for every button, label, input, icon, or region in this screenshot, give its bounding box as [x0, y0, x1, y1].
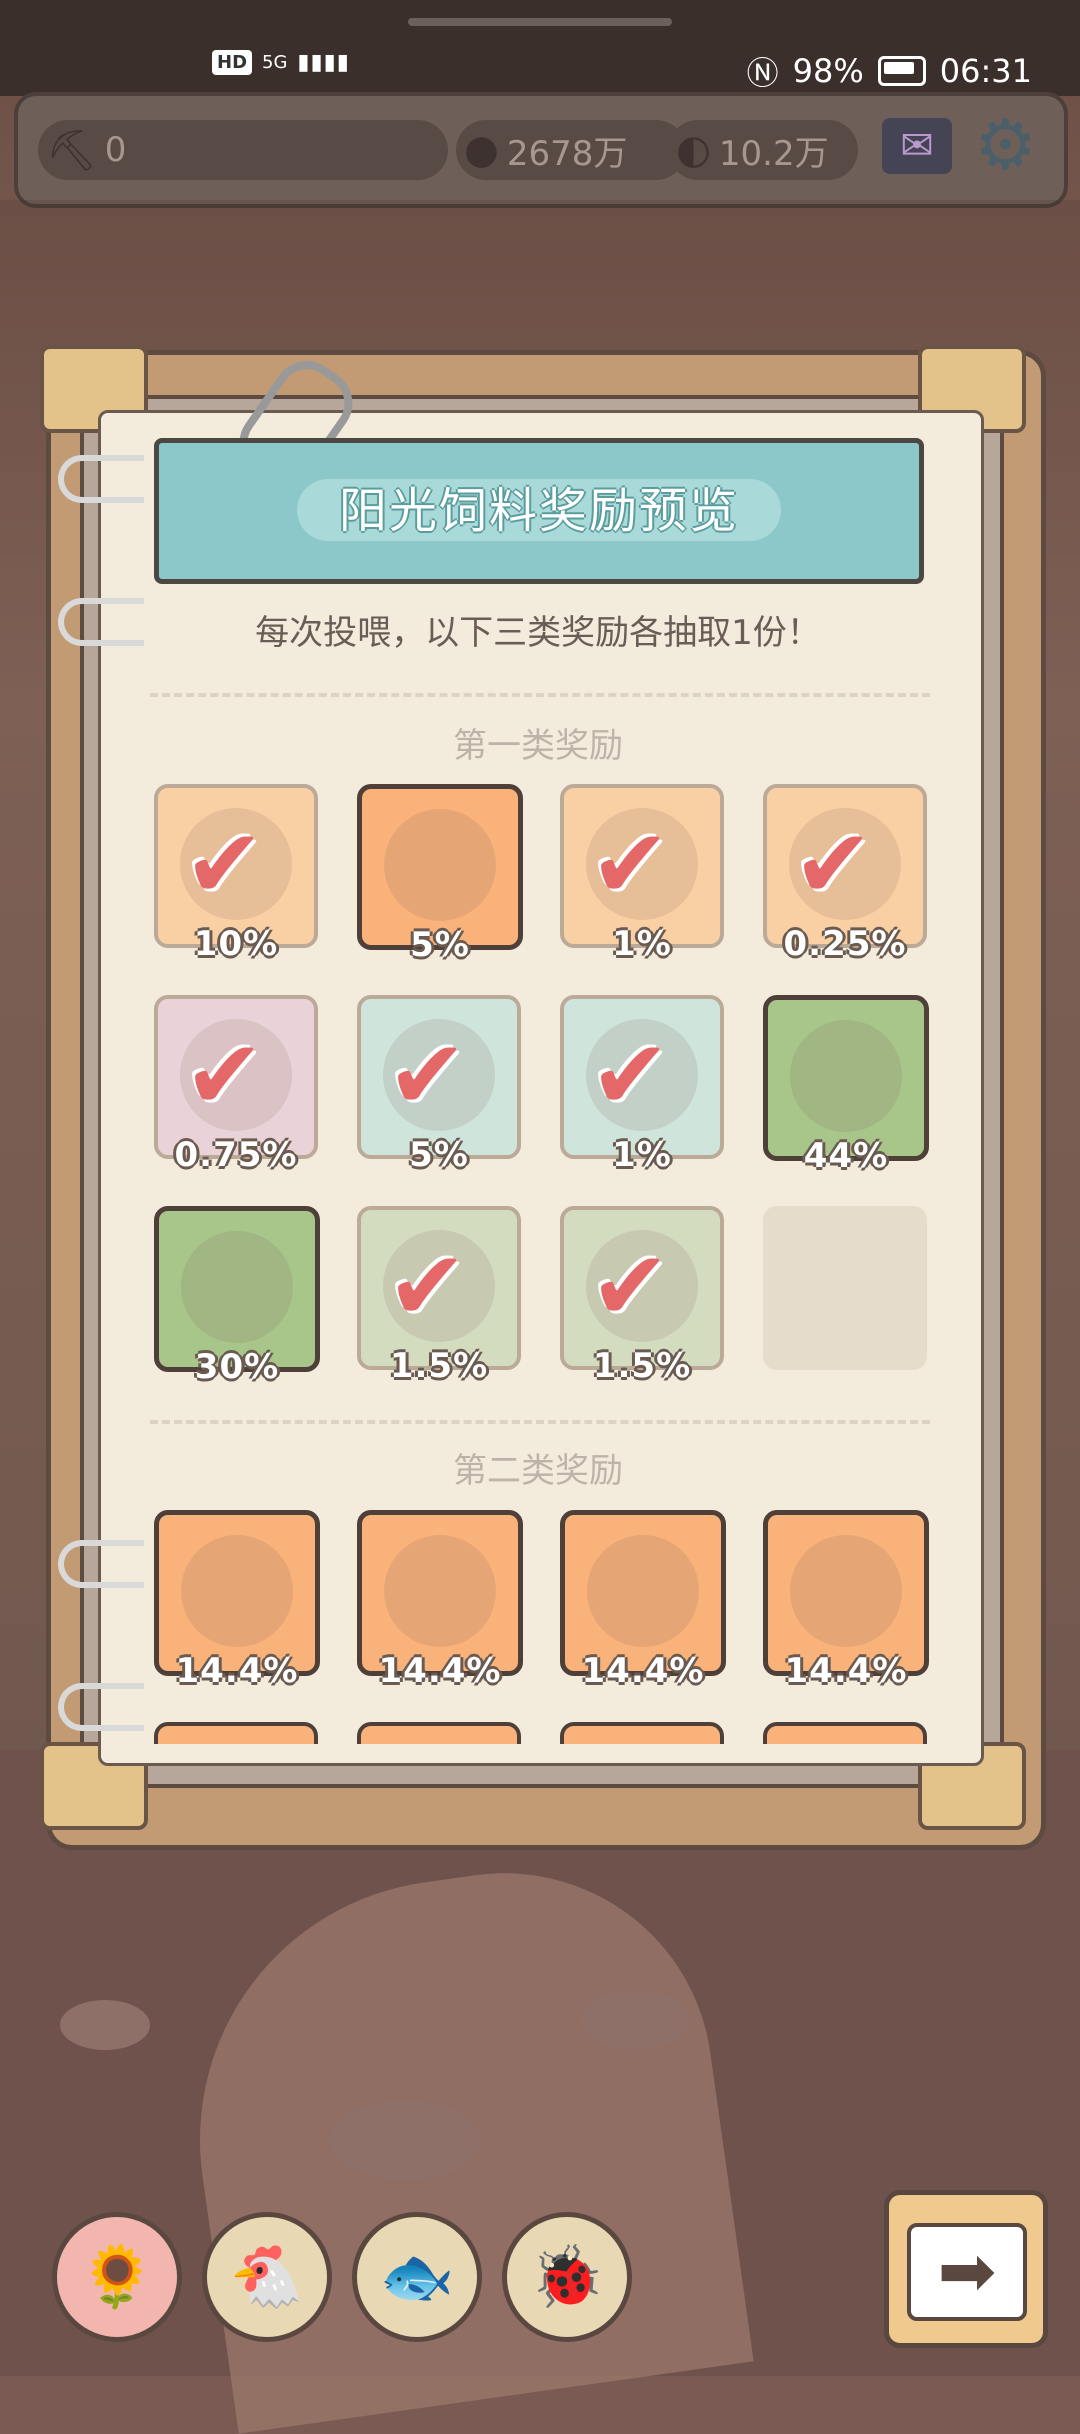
background-stone [330, 2100, 480, 2180]
reward-probability: 1% [612, 924, 672, 964]
reward-item[interactable]: 44% [763, 995, 929, 1176]
reward-probability: 5% [409, 1135, 469, 1175]
resource-value-1: 2678万 [506, 133, 628, 174]
check-icon: ✔ [387, 1019, 468, 1131]
reward-probability: 14.4% [581, 1651, 705, 1691]
section2-title: 第二类奖励 [453, 1451, 623, 1491]
divider [150, 693, 930, 697]
reward-item-art [181, 1535, 293, 1647]
sunflower-icon: 🌻 [79, 2242, 155, 2312]
resource-value-2: 10.2万 [718, 133, 829, 174]
check-icon: ✔ [793, 808, 874, 920]
background-stone [580, 1990, 690, 2050]
reward-probability: 1.5% [592, 1346, 692, 1386]
pickaxe-icon: ⛏ [46, 127, 97, 174]
hd-indicator: HD [212, 50, 253, 75]
check-icon: ✔ [184, 1019, 265, 1131]
reward-item[interactable]: ✔ 0.75% [154, 995, 318, 1175]
check-icon: ✔ [387, 1230, 468, 1342]
section2-next-row-peek [98, 1722, 978, 1744]
check-icon: ✔ [590, 1230, 671, 1342]
reward-probability: 0.25% [783, 924, 907, 964]
speech-bubble-icon: ◐ [676, 127, 711, 173]
reward-item[interactable]: 5% [357, 784, 523, 965]
check-icon: ✔ [184, 808, 265, 920]
status-bar: HD 5G ▮▮▮▮ Ⓝ 98% 06:31 [0, 0, 1080, 96]
battery-icon [877, 56, 926, 86]
mail-icon: ✉ [900, 123, 934, 169]
next-button[interactable]: ➡ [884, 2190, 1048, 2348]
reward-probability: 1.5% [389, 1346, 489, 1386]
resource-bar: ⛏ 0 ● 2678万 ◐ 10.2万 ✉ ⚙ [14, 92, 1068, 208]
reward-item-art [790, 1020, 902, 1132]
reward-probability: 44% [803, 1136, 889, 1176]
reward-item[interactable]: ✔ 1% [560, 995, 724, 1175]
title-banner: 阳光饲料奖励预览 [154, 438, 924, 584]
reward-probability: 14.4% [175, 1651, 299, 1691]
network-indicator: 5G [262, 52, 288, 73]
reward-item[interactable]: 30% [154, 1206, 320, 1387]
chicken-icon: 🐔 [229, 2242, 305, 2312]
reward-probability: 10% [193, 924, 279, 964]
gear-icon: ⚙ [974, 104, 1037, 186]
reward-item[interactable]: ✔ 0.25% [763, 784, 927, 964]
reward-probability: 14.4% [378, 1651, 502, 1691]
reward-item-art [587, 1535, 699, 1647]
background-stone [60, 2000, 150, 2050]
battery-percent: 98% [792, 52, 864, 90]
divider [150, 1420, 930, 1424]
clock: 06:31 [939, 52, 1032, 90]
settings-button[interactable]: ⚙ [974, 110, 1037, 180]
reward-item[interactable]: 14.4% [560, 1510, 726, 1691]
food-icon: ● [464, 127, 499, 173]
empty-reward-slot [763, 1206, 927, 1370]
nfc-icon: Ⓝ [746, 54, 779, 92]
reward-probability: 1% [612, 1135, 672, 1175]
reward-item[interactable]: ✔ 1.5% [560, 1206, 724, 1386]
reward-item-art [384, 1535, 496, 1647]
bug-icon: 🐞 [529, 2242, 605, 2312]
reward-item[interactable]: 14.4% [154, 1510, 320, 1691]
signal-icon: ▮▮▮▮ [297, 50, 350, 75]
mail-button[interactable]: ✉ [882, 118, 952, 174]
check-icon: ✔ [590, 808, 671, 920]
reward-item[interactable]: ✔ 10% [154, 784, 318, 964]
nav-fish-button[interactable]: 🐟 [352, 2212, 482, 2342]
resource-counter-1: ● 2678万 [456, 120, 686, 180]
resource-counter-2: ◐ 10.2万 [668, 120, 858, 180]
binder-ring [58, 455, 144, 503]
panel-subtitle: 每次投喂，以下三类奖励各抽取1份！ [255, 613, 821, 653]
fish-icon: 🐟 [379, 2242, 455, 2312]
reward-item[interactable]: 14.4% [357, 1510, 523, 1691]
arrow-right-icon: ➡ [907, 2223, 1027, 2321]
reward-item[interactable]: 14.4% [763, 1510, 929, 1691]
window-handle [408, 18, 672, 26]
reward-probability: 14.4% [784, 1651, 908, 1691]
nav-bug-button[interactable]: 🐞 [502, 2212, 632, 2342]
reward-item-art [384, 809, 496, 921]
reward-item-art [181, 1231, 293, 1343]
reward-probability: 5% [410, 925, 470, 965]
reward-item[interactable]: ✔ 1% [560, 784, 724, 964]
pickaxe-value: 0 [104, 130, 127, 170]
reward-item[interactable]: ✔ 1.5% [357, 1206, 521, 1386]
reward-item[interactable]: ✔ 5% [357, 995, 521, 1175]
nav-chicken-button[interactable]: 🐔 [202, 2212, 332, 2342]
panel-title: 阳光饲料奖励预览 [297, 479, 781, 541]
binder-ring [58, 1540, 144, 1588]
pickaxe-counter: ⛏ 0 [38, 120, 448, 180]
nav-sunflower-button[interactable]: 🌻 [52, 2212, 182, 2342]
section1-title: 第一类奖励 [453, 726, 623, 766]
reward-probability: 0.75% [174, 1135, 298, 1175]
reward-item-art [790, 1535, 902, 1647]
check-icon: ✔ [590, 1019, 671, 1131]
reward-probability: 30% [194, 1347, 280, 1387]
